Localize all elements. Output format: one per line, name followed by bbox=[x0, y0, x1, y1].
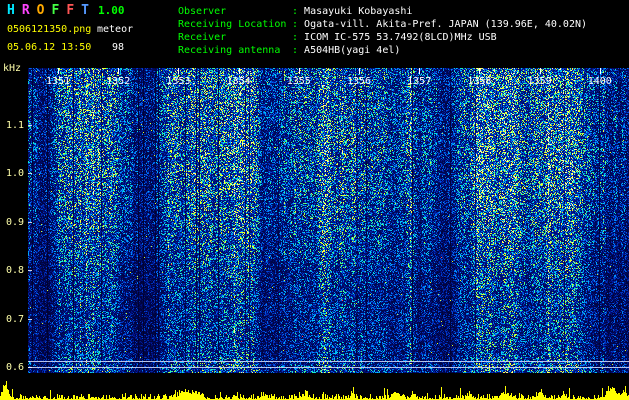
info-colon: : bbox=[292, 19, 305, 30]
app-title: H R O F F T 1.00 bbox=[7, 3, 124, 18]
info-label: Observer bbox=[178, 6, 227, 17]
time-tick-label: 1359 bbox=[527, 76, 552, 87]
info-row: Observer: Masayuki Kobayashi bbox=[178, 5, 587, 18]
time-tick-mark bbox=[238, 68, 240, 74]
title-letter: O bbox=[36, 3, 45, 18]
title-letter: F bbox=[66, 3, 75, 18]
time-tick-mark bbox=[118, 68, 120, 74]
header-info: Observer: Masayuki Kobayashi Receiving Lo… bbox=[178, 5, 587, 57]
time-tick-mark bbox=[419, 68, 421, 74]
time-tick-mark bbox=[58, 68, 59, 74]
freq-tick-label: 1.0 bbox=[6, 168, 25, 179]
freq-tick-label: 1.1 bbox=[6, 119, 25, 131]
time-tick-label: 1355 bbox=[286, 76, 311, 87]
title-letter: H bbox=[7, 3, 15, 18]
count-label: 98 bbox=[112, 42, 125, 53]
info-colon: : bbox=[292, 6, 305, 17]
info-value: Masayuki Kobayashi bbox=[304, 6, 413, 17]
info-value: A504HB(yagi 4el) bbox=[304, 45, 401, 56]
output-filename: 0506121350.png bbox=[7, 24, 92, 35]
info-value: Ogata-vill. Akita-Pref. JAPAN (139.96E, … bbox=[304, 19, 588, 30]
time-tick-mark bbox=[599, 68, 601, 74]
hrofft-window: H R O F F T 1.00 0506121350.png meteor 05.06.1… bbox=[0, 0, 629, 400]
title-letter: R bbox=[21, 3, 30, 18]
freq-tick-label: 0.7 bbox=[6, 313, 25, 325]
time-tick-label: 1353 bbox=[166, 76, 191, 87]
info-row: Receiving antenna: A504HB(yagi 4el) bbox=[178, 44, 587, 57]
info-colon: : bbox=[292, 45, 305, 56]
spectrogram-canvas bbox=[28, 68, 629, 373]
time-tick-label: 1354 bbox=[226, 76, 251, 87]
datetime-label: 05.06.12 13:50 bbox=[7, 42, 92, 53]
time-tick-mark bbox=[359, 68, 360, 74]
time-tick-label: 1357 bbox=[407, 76, 432, 87]
info-row: Receiving Location: Ogata-vill. Akita-Pr… bbox=[178, 18, 587, 31]
header: H R O F F T 1.00 0506121350.png meteor 05.06.1… bbox=[0, 0, 629, 68]
info-row: Receiver: ICOM IC-575 53.7492(8LCD)MHz U… bbox=[178, 31, 587, 44]
info-label: Receiver bbox=[178, 32, 227, 43]
freq-tick-label: 0.9 bbox=[6, 216, 25, 228]
mode-label: meteor bbox=[97, 24, 134, 35]
version-label: 1.00 bbox=[97, 4, 125, 17]
signal-meter-canvas bbox=[0, 373, 629, 400]
time-tick-label: 1352 bbox=[106, 76, 131, 87]
freq-axis-unit: kHz bbox=[3, 63, 22, 74]
title-letter: F bbox=[51, 3, 60, 18]
freq-tick-label: 0.8 bbox=[6, 265, 25, 276]
title-letter: T bbox=[81, 3, 89, 18]
time-tick-mark bbox=[178, 68, 180, 74]
time-tick-mark bbox=[539, 68, 541, 74]
info-colon: : bbox=[292, 32, 305, 43]
info-value: ICOM IC-575 53.7492(8LCD)MHz USB bbox=[304, 32, 497, 43]
time-tick-label: 1351 bbox=[45, 76, 71, 87]
time-tick-label: 1358 bbox=[467, 76, 492, 87]
time-tick-mark bbox=[479, 68, 481, 74]
time-tick-mark bbox=[298, 68, 300, 74]
time-tick-label: 1356 bbox=[346, 76, 372, 87]
freq-tick-label: 0.6 bbox=[6, 362, 25, 373]
time-tick-label: 1400 bbox=[587, 76, 612, 87]
info-label: Receiving antenna bbox=[178, 45, 281, 56]
info-label: Receiving Location bbox=[178, 19, 287, 30]
